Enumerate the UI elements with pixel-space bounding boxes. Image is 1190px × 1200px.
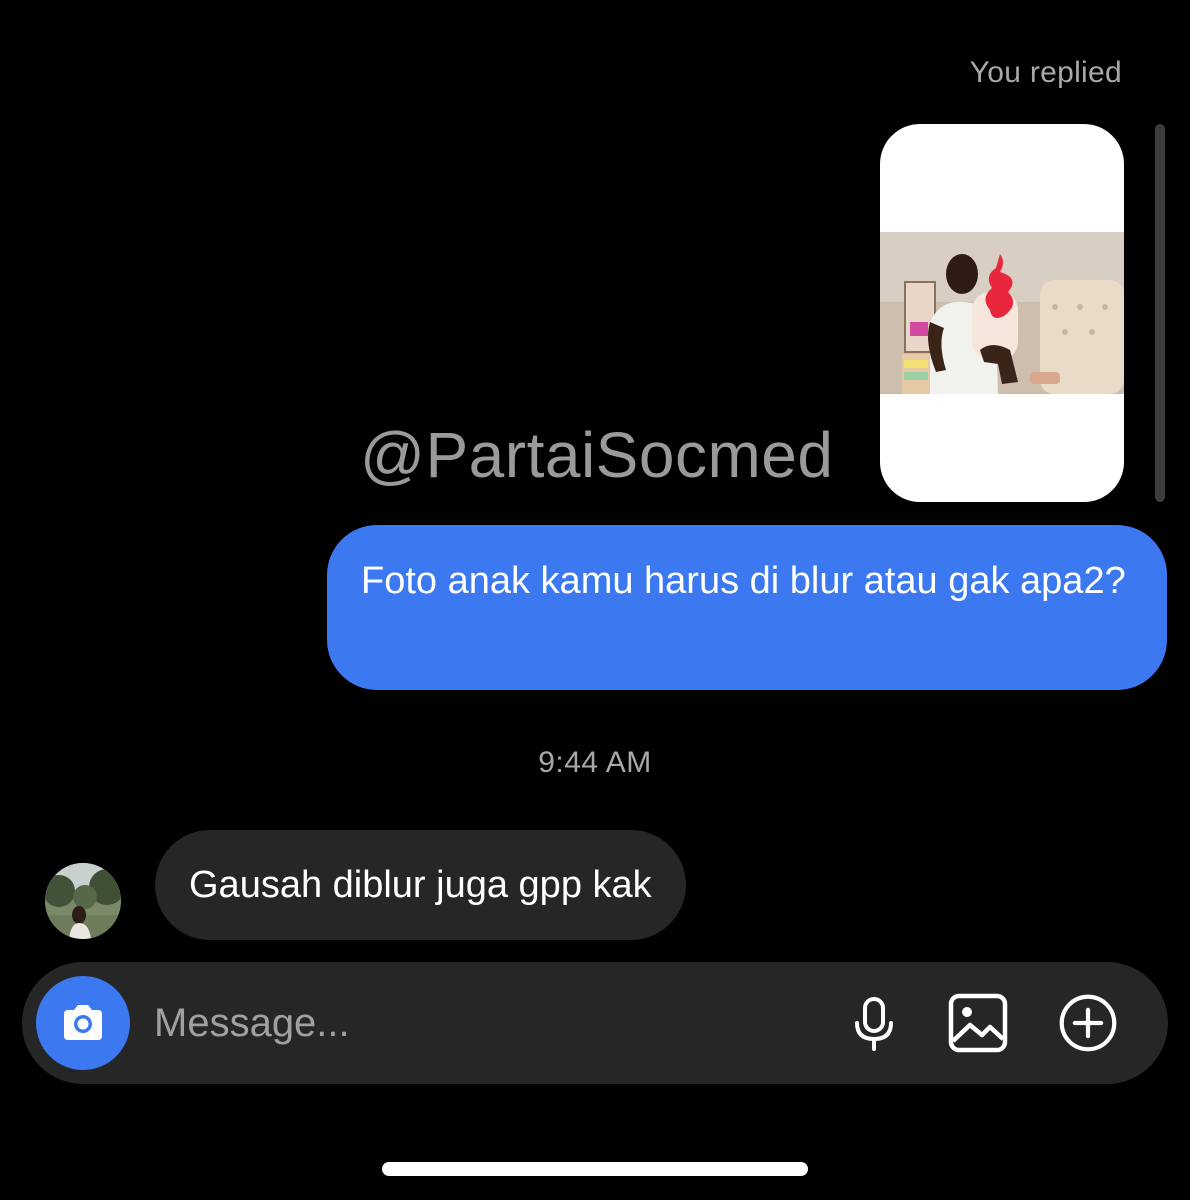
message-timestamp: 9:44 AM — [538, 746, 652, 779]
scrollbar[interactable] — [1155, 124, 1165, 502]
microphone-button[interactable] — [844, 993, 904, 1053]
camera-button[interactable] — [36, 976, 130, 1070]
camera-icon — [64, 1005, 102, 1040]
watermark: @PartaiSocmed — [360, 419, 834, 491]
story-photo — [880, 232, 1124, 394]
message-input[interactable] — [154, 992, 794, 1054]
replied-label: You replied — [969, 56, 1122, 89]
sent-message-bubble[interactable]: Foto anak kamu harus di blur atau gak ap… — [327, 525, 1167, 690]
microphone-icon — [855, 997, 893, 1051]
gallery-button[interactable] — [948, 993, 1008, 1053]
gallery-icon — [948, 993, 1008, 1053]
sender-avatar[interactable] — [45, 863, 121, 939]
more-options-button[interactable] — [1058, 993, 1118, 1053]
message-composer — [22, 962, 1168, 1084]
received-message-bubble[interactable]: Gausah diblur juga gpp kak — [155, 830, 686, 940]
story-card[interactable] — [880, 124, 1124, 502]
home-indicator — [382, 1162, 808, 1176]
plus-circle-icon — [1059, 994, 1117, 1052]
